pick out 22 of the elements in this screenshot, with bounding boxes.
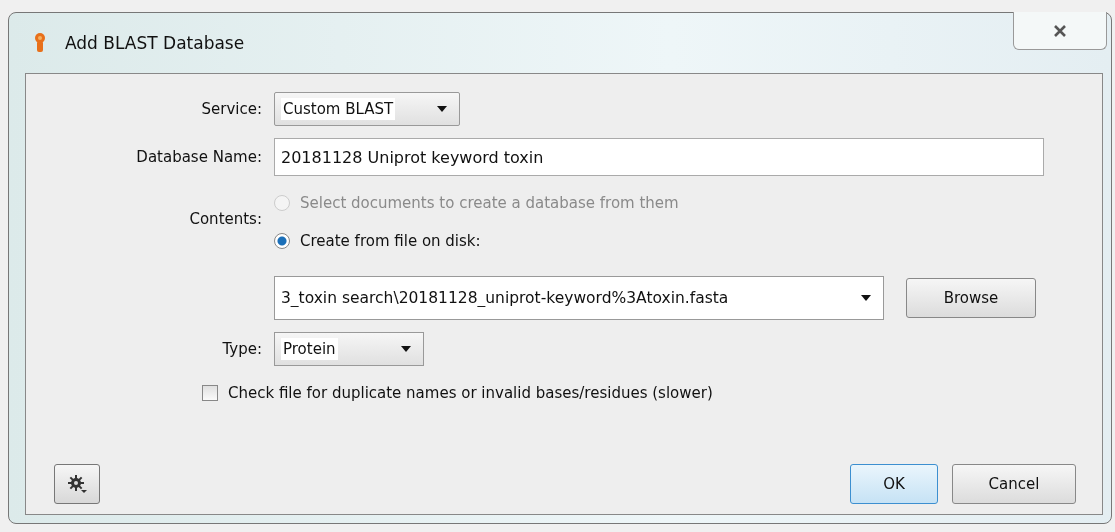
duplicate-check-checkbox[interactable]: Check file for duplicate names or invalid bases/residues (slower) <box>202 384 1102 402</box>
service-dropdown[interactable]: Custom BLAST <box>274 92 460 126</box>
app-icon <box>33 32 47 54</box>
file-path-dropdown[interactable]: 3_toxin search\20181128_uniprot-keyword%3Atoxin.fasta <box>274 276 884 320</box>
dialog-button[interactable]: Cancel <box>952 464 1076 504</box>
type-label: Type: <box>221 340 262 358</box>
service-label: Service: <box>200 100 262 118</box>
browse-button[interactable]: Browse <box>906 278 1036 318</box>
contents-label: Contents: <box>188 210 262 228</box>
type-dropdown[interactable]: Protein <box>274 332 424 366</box>
dialog-button[interactable]: OK <box>850 464 938 504</box>
database-name-label: Database Name: <box>135 148 262 166</box>
close-button[interactable] <box>1013 12 1107 50</box>
settings-button[interactable] <box>54 464 100 504</box>
database-name-field[interactable]: 20181128 Uniprot keyword toxin <box>274 138 1044 176</box>
caret-icon <box>861 295 871 301</box>
caret-icon <box>401 346 411 352</box>
caret-icon <box>437 106 447 112</box>
settings-icon <box>67 474 87 494</box>
radio-option[interactable]: Create from file on disk: <box>274 232 481 250</box>
window-title: Add BLAST Database <box>65 33 245 53</box>
close-icon <box>1053 24 1067 37</box>
